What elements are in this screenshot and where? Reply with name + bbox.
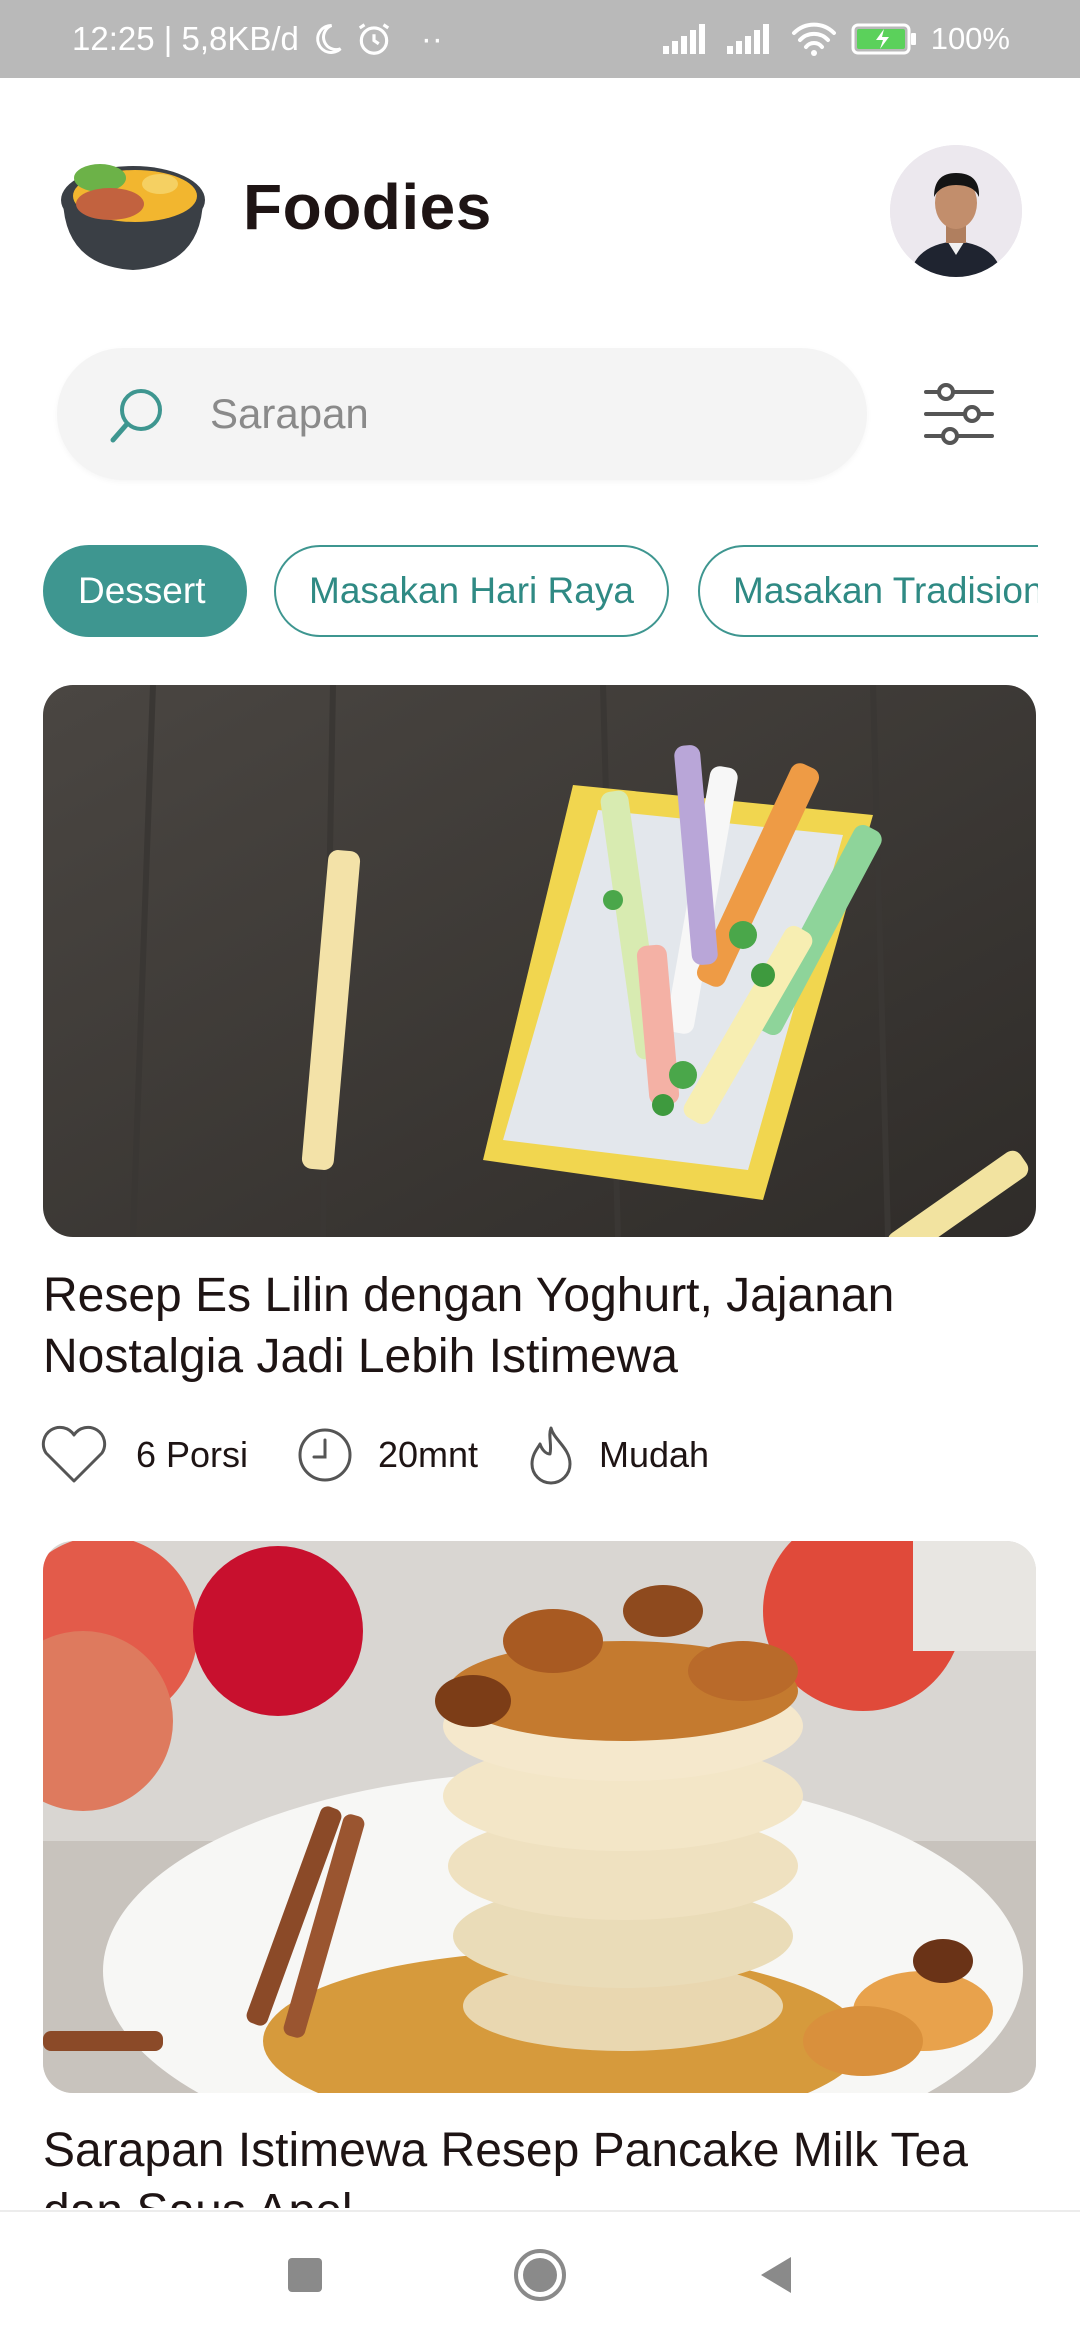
status-dots: ·· — [420, 20, 443, 57]
flame-icon — [526, 1424, 599, 1486]
chip-label: Masakan Tradisional — [733, 570, 1038, 611]
app-logo — [55, 148, 210, 273]
search-input[interactable] — [210, 348, 830, 480]
category-chips: Dessert Masakan Hari Raya Masakan Tradis… — [43, 545, 1038, 637]
system-nav-bar — [0, 2210, 1080, 2340]
avatar[interactable] — [890, 145, 1022, 277]
recipe-title[interactable]: Resep Es Lilin dengan Yoghurt, Jajanan N… — [43, 1265, 1033, 1387]
status-left: 12:25 | 5,8KB/d ·· — [72, 0, 443, 78]
chip-label: Dessert — [78, 570, 206, 611]
portion-icon — [40, 1425, 136, 1485]
time-label: 20mnt — [378, 1434, 479, 1475]
recents-button[interactable] — [260, 2212, 350, 2340]
back-button[interactable] — [730, 2212, 820, 2340]
status-time: 12:25 | 5,8KB/d — [72, 20, 299, 57]
clock-icon — [296, 1426, 378, 1484]
status-right: 100% — [662, 0, 1010, 78]
status-bar: 12:25 | 5,8KB/d ·· 100% — [0, 0, 1080, 78]
recipe-image[interactable] — [43, 685, 1036, 1237]
moon-icon — [309, 21, 345, 57]
app-title: Foodies — [243, 171, 492, 243]
alarm-icon — [355, 20, 393, 58]
chip-masakan-hari-raya[interactable]: Masakan Hari Raya — [274, 545, 669, 637]
chip-dessert[interactable]: Dessert — [43, 545, 247, 637]
battery-icon — [851, 23, 917, 55]
search-icon — [107, 386, 167, 446]
circle-icon — [513, 2248, 567, 2307]
battery-level: 100% — [930, 21, 1010, 56]
recipe-title[interactable]: Sarapan Istimewa Resep Pancake Milk Tea … — [43, 2120, 1033, 2208]
app-header: Foodies — [0, 78, 1080, 340]
search-bar[interactable] — [57, 348, 867, 480]
home-button[interactable] — [495, 2212, 585, 2340]
wifi-icon — [791, 22, 837, 56]
chip-label: Masakan Hari Raya — [309, 570, 634, 611]
square-icon — [288, 2257, 322, 2297]
filter-button[interactable] — [920, 378, 998, 450]
recipe-image[interactable] — [43, 1541, 1036, 2093]
portion-label: 6 Porsi — [136, 1434, 249, 1475]
chip-masakan-tradisional[interactable]: Masakan Tradisional — [698, 545, 1038, 637]
signal-icon — [726, 24, 777, 54]
back-triangle-icon — [757, 2255, 793, 2300]
filter-icon — [920, 383, 998, 454]
difficulty-label: Mudah — [599, 1434, 710, 1475]
recipe-meta: 6 Porsi 20mnt Mudah — [40, 1420, 709, 1490]
signal-icon — [662, 24, 713, 54]
